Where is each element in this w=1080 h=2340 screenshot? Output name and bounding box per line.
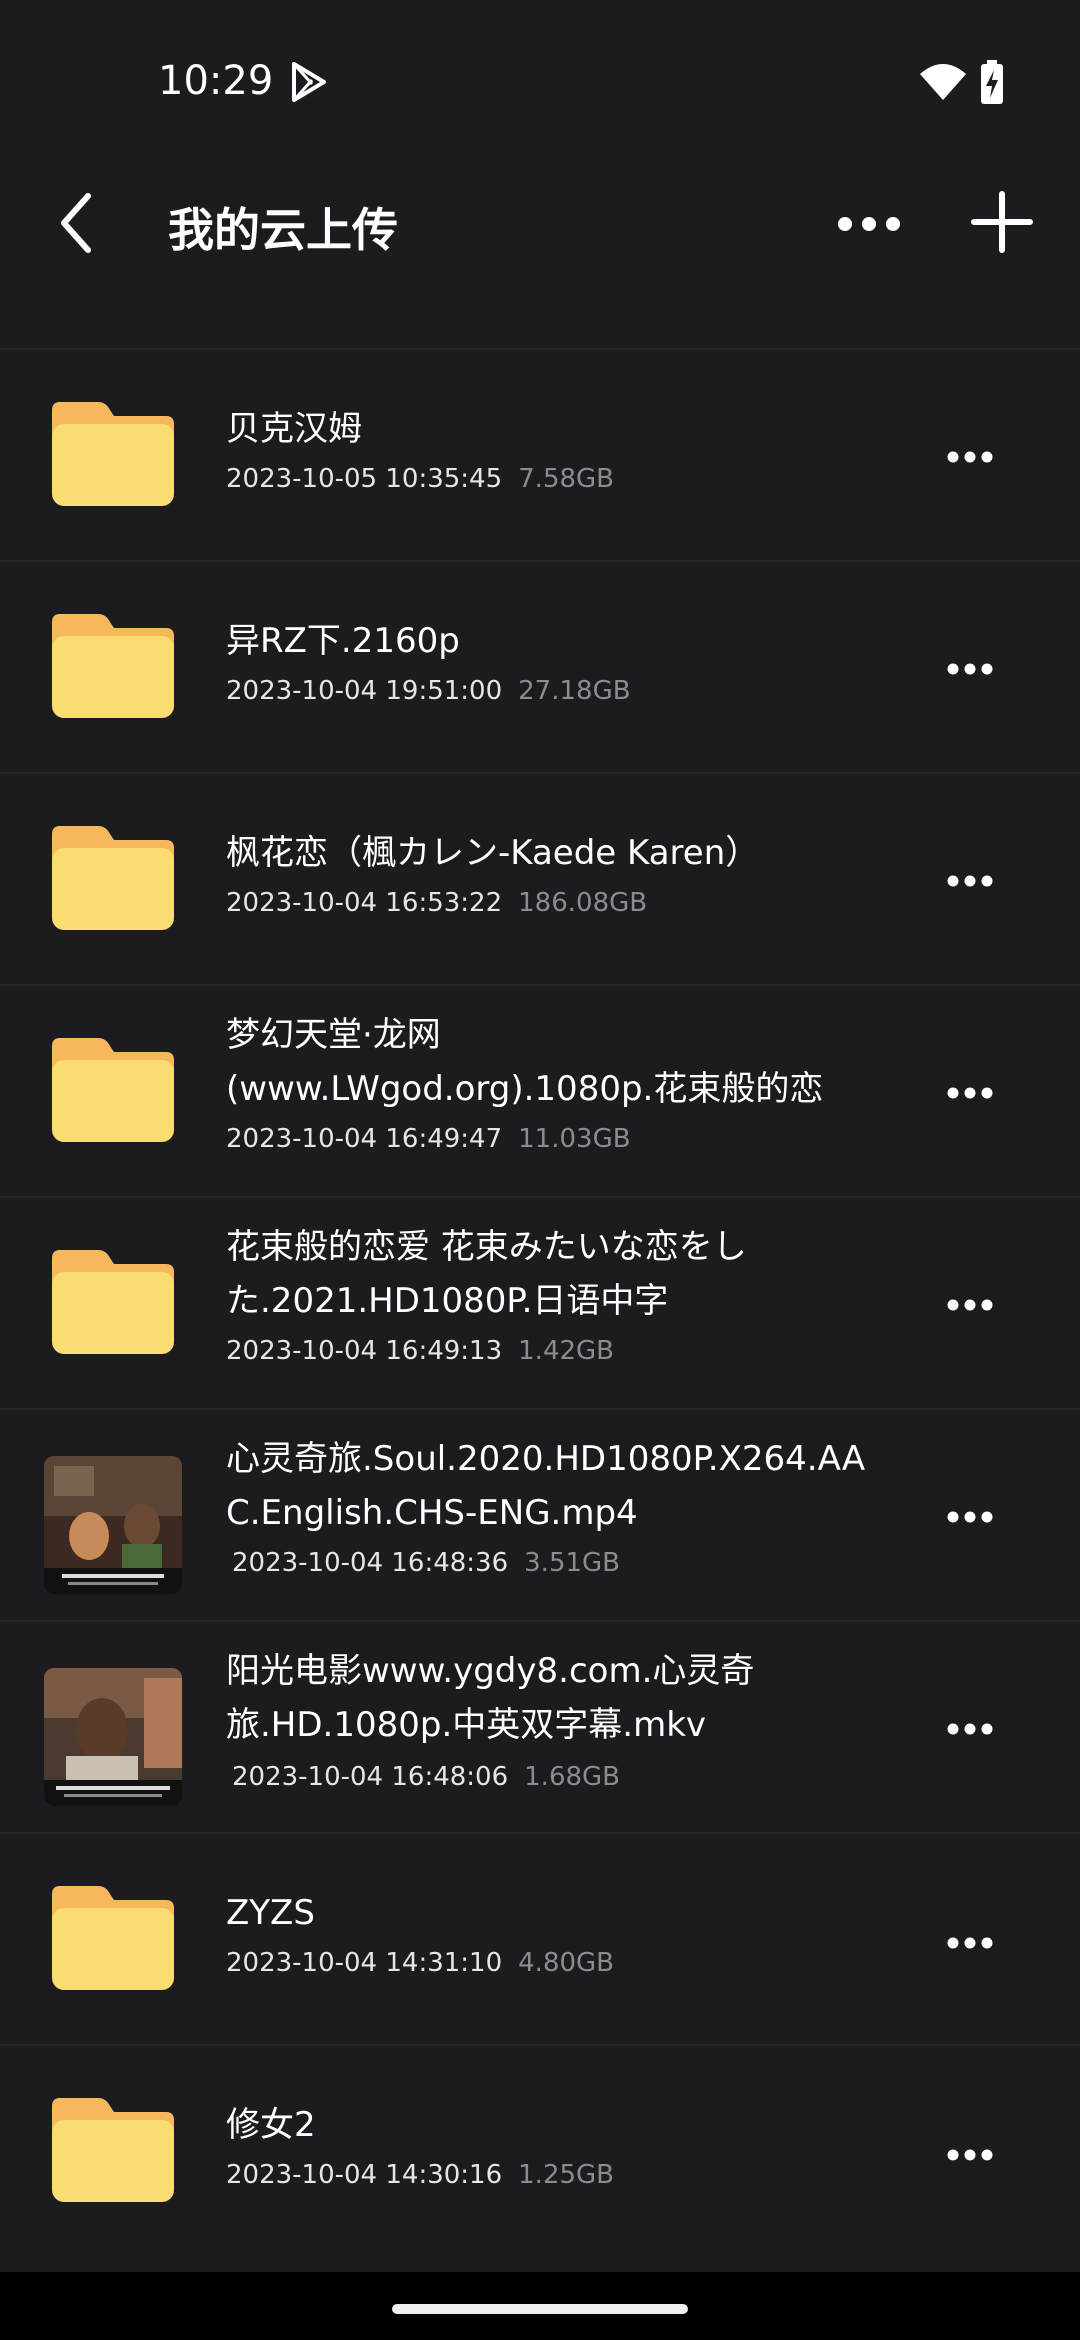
- list-item[interactable]: 修女2 2023-10-04 14:30:16 1.25GB: [0, 2044, 1080, 2258]
- list-item[interactable]: ZYZS 2023-10-04 14:31:10 4.80GB: [0, 1832, 1080, 2046]
- folder-icon: [52, 2098, 174, 2202]
- item-date: 2023-10-04 19:51:00: [226, 676, 503, 706]
- back-arrow-icon[interactable]: [54, 190, 106, 256]
- item-size: 11.03GB: [518, 1124, 631, 1154]
- list-item[interactable]: 枫花恋（楓カレン-Kaede Karen） 2023-10-04 16:53:2…: [0, 772, 1080, 986]
- list-item[interactable]: 异RZ下.2160p 2023-10-04 19:51:00 27.18GB: [0, 560, 1080, 774]
- folder-icon: [52, 1250, 174, 1354]
- item-size: 1.25GB: [518, 2160, 615, 2190]
- item-name: 心灵奇旅.Soul.2020.HD1080P.X264.AA C.English…: [226, 1432, 876, 1540]
- item-name: ZYZS: [226, 1893, 315, 1933]
- item-more-icon[interactable]: [946, 1510, 994, 1524]
- home-handle[interactable]: [392, 2304, 688, 2314]
- item-name: 花束般的恋爱 花束みたいな恋をし た.2021.HD1080P.日语中字: [226, 1220, 876, 1328]
- item-name-line: 阳光电影www.ygdy8.com.心灵奇: [226, 1651, 755, 1691]
- item-meta: 2023-10-04 19:51:00 27.18GB: [226, 676, 631, 706]
- list-item[interactable]: 花束般的恋爱 花束みたいな恋をし た.2021.HD1080P.日语中字 202…: [0, 1196, 1080, 1410]
- item-more-icon[interactable]: [946, 1086, 994, 1100]
- item-name-line: 梦幻天堂·龙网: [226, 1015, 441, 1055]
- item-size: 186.08GB: [518, 888, 648, 918]
- video-thumbnail: [44, 1668, 182, 1806]
- item-size: 1.42GB: [518, 1336, 615, 1366]
- item-date: 2023-10-05 10:35:45: [226, 464, 503, 494]
- item-meta: 2023-10-04 16:49:13 1.42GB: [226, 1336, 614, 1366]
- item-name: 阳光电影www.ygdy8.com.心灵奇 旅.HD.1080p.中英双字幕.m…: [226, 1644, 876, 1752]
- item-size: 27.18GB: [518, 676, 631, 706]
- more-options-icon[interactable]: [836, 204, 902, 244]
- item-size: 7.58GB: [518, 464, 615, 494]
- status-time: 10:29: [158, 58, 274, 104]
- item-name-line: 心灵奇旅.Soul.2020.HD1080P.X264.AA: [226, 1439, 866, 1479]
- list-item[interactable]: 梦幻天堂·龙网 (www.LWgod.org).1080p.花束般的恋 2023…: [0, 984, 1080, 1198]
- item-size: 3.51GB: [524, 1548, 621, 1578]
- list-item[interactable]: 阳光电影www.ygdy8.com.心灵奇 旅.HD.1080p.中英双字幕.m…: [0, 1620, 1080, 1834]
- item-name-line: (www.LWgod.org).1080p.花束般的恋: [226, 1069, 824, 1109]
- item-name: 梦幻天堂·龙网 (www.LWgod.org).1080p.花束般的恋: [226, 1008, 876, 1116]
- item-more-icon[interactable]: [946, 874, 994, 888]
- item-name: 异RZ下.2160p: [226, 621, 460, 661]
- folder-icon: [52, 1038, 174, 1142]
- item-date: 2023-10-04 14:31:10: [226, 1948, 503, 1978]
- item-size: 4.80GB: [518, 1948, 615, 1978]
- item-more-icon[interactable]: [946, 450, 994, 464]
- item-name-line: 旅.HD.1080p.中英双字幕.mkv: [226, 1705, 707, 1745]
- item-more-icon[interactable]: [946, 662, 994, 676]
- item-meta: 2023-10-05 10:35:45 7.58GB: [226, 464, 614, 494]
- item-size: 1.68GB: [524, 1762, 621, 1792]
- item-more-icon[interactable]: [946, 1722, 994, 1736]
- list-item[interactable]: 贝克汉姆 2023-10-05 10:35:45 7.58GB: [0, 348, 1080, 562]
- item-name-line: 花束般的恋爱 花束みたいな恋をし: [226, 1227, 747, 1267]
- item-meta: 2023-10-04 16:53:22 186.08GB: [226, 888, 647, 918]
- item-name-line: C.English.CHS-ENG.mp4: [226, 1493, 638, 1533]
- play-store-notification-icon: [292, 62, 326, 102]
- item-more-icon[interactable]: [946, 1936, 994, 1950]
- item-more-icon[interactable]: [946, 2148, 994, 2162]
- item-date: 2023-10-04 16:53:22: [226, 888, 503, 918]
- item-date: 2023-10-04 14:30:16: [226, 2160, 503, 2190]
- folder-icon: [52, 402, 174, 506]
- status-bar: 10:29: [0, 0, 1080, 160]
- item-name: 贝克汉姆: [226, 409, 362, 449]
- folder-icon: [52, 1886, 174, 1990]
- item-name: 枫花恋（楓カレン-Kaede Karen）: [226, 833, 760, 873]
- app-bar: 我的云上传: [0, 160, 1080, 348]
- wifi-icon: [920, 64, 966, 100]
- video-thumbnail: [44, 1456, 182, 1594]
- item-meta: 2023-10-04 16:48:36 3.51GB: [232, 1548, 620, 1578]
- item-meta: 2023-10-04 16:48:06 1.68GB: [232, 1762, 620, 1792]
- page-title: 我的云上传: [168, 203, 398, 257]
- gesture-nav-bar: [0, 2272, 1080, 2340]
- item-more-icon[interactable]: [946, 1298, 994, 1312]
- item-meta: 2023-10-04 14:31:10 4.80GB: [226, 1948, 614, 1978]
- folder-icon: [52, 826, 174, 930]
- item-date: 2023-10-04 16:48:36: [232, 1548, 509, 1578]
- battery-charging-icon: [981, 60, 1003, 104]
- item-meta: 2023-10-04 14:30:16 1.25GB: [226, 2160, 614, 2190]
- item-name-line: た.2021.HD1080P.日语中字: [226, 1281, 669, 1321]
- item-date: 2023-10-04 16:48:06: [232, 1762, 509, 1792]
- list-item[interactable]: 心灵奇旅.Soul.2020.HD1080P.X264.AA C.English…: [0, 1408, 1080, 1622]
- item-date: 2023-10-04 16:49:13: [226, 1336, 503, 1366]
- item-meta: 2023-10-04 16:49:47 11.03GB: [226, 1124, 631, 1154]
- item-date: 2023-10-04 16:49:47: [226, 1124, 503, 1154]
- item-name: 修女2: [226, 2105, 316, 2145]
- add-icon[interactable]: [970, 190, 1034, 254]
- folder-icon: [52, 614, 174, 718]
